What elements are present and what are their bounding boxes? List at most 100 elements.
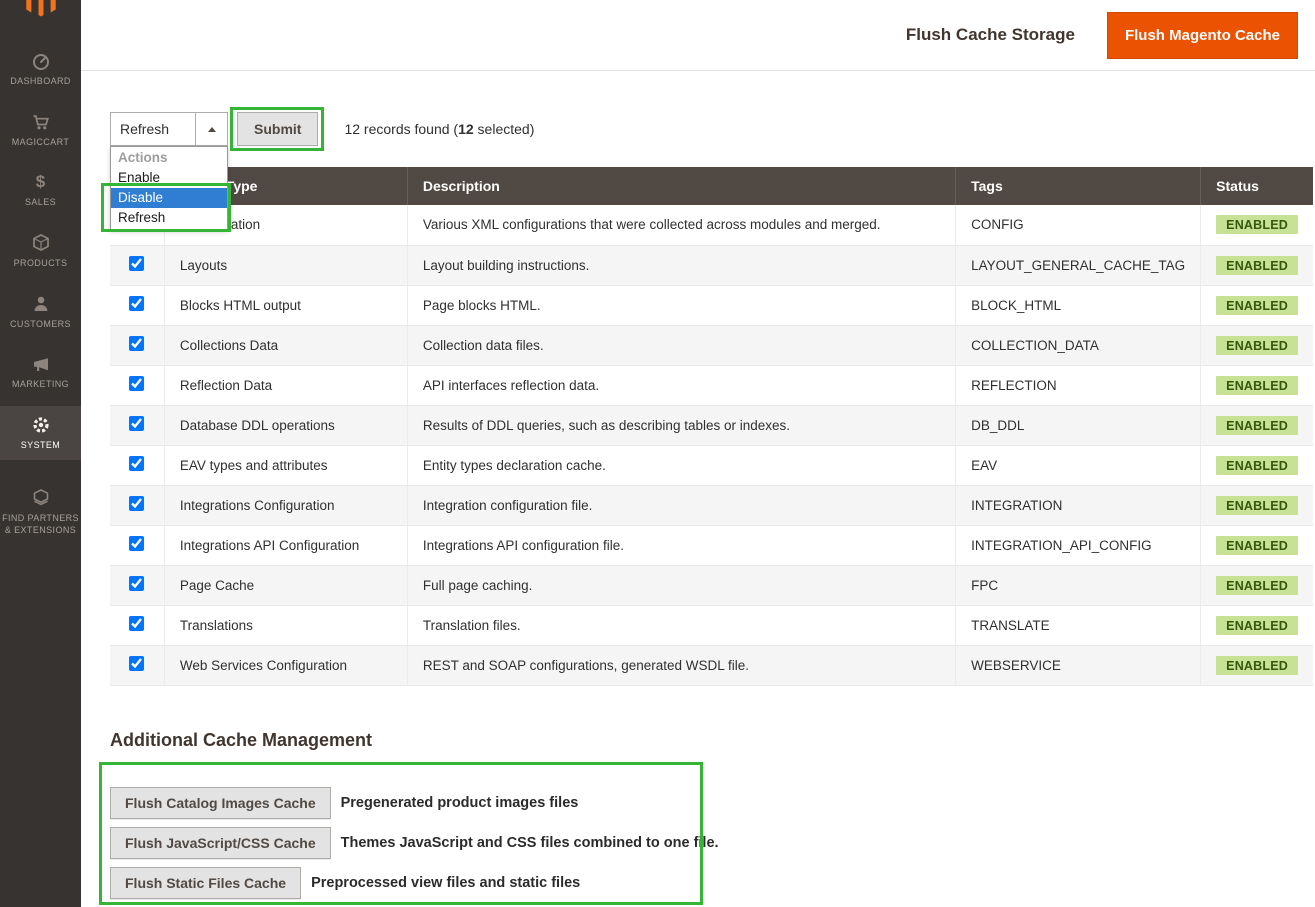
- row-checkbox[interactable]: [129, 456, 144, 471]
- column-header-status: Status: [1201, 167, 1313, 205]
- sidebar-item-magiccart[interactable]: MAGICCART: [0, 103, 81, 157]
- status-cell: ENABLED: [1201, 525, 1313, 565]
- row-checkbox[interactable]: [129, 496, 144, 511]
- mass-action-selected-value: Refresh: [111, 113, 195, 145]
- flush-cache-storage-button[interactable]: Flush Cache Storage: [906, 25, 1075, 45]
- sidebar-item-label: PRODUCTS: [2, 258, 79, 270]
- grid-toolbar: Refresh ActionsEnableDisableRefresh Subm…: [110, 112, 1315, 146]
- status-badge: ENABLED: [1216, 456, 1298, 475]
- records-text: records found (: [360, 121, 458, 137]
- tags-cell: REFLECTION: [956, 365, 1201, 405]
- description-cell: Full page caching.: [407, 565, 955, 605]
- sidebar-item-products[interactable]: PRODUCTS: [0, 224, 81, 278]
- system-icon: [2, 415, 79, 437]
- flush-button-flush-catalog-images-cache[interactable]: Flush Catalog Images Cache: [110, 787, 331, 819]
- description-cell: API interfaces reflection data.: [407, 365, 955, 405]
- description-cell: Integration configuration file.: [407, 485, 955, 525]
- status-badge: ENABLED: [1216, 296, 1298, 315]
- status-badge: ENABLED: [1216, 616, 1298, 635]
- tags-cell: INTEGRATION_API_CONFIG: [956, 525, 1201, 565]
- cache-type-cell: Translations: [164, 605, 407, 645]
- cache-type-cell: EAV types and attributes: [164, 445, 407, 485]
- status-badge: ENABLED: [1216, 536, 1298, 555]
- description-cell: Page blocks HTML.: [407, 285, 955, 325]
- action-dropdown-list: ActionsEnableDisableRefresh: [110, 146, 228, 230]
- tags-cell: BLOCK_HTML: [956, 285, 1201, 325]
- dashboard-icon: [2, 51, 79, 73]
- row-checkbox[interactable]: [129, 416, 144, 431]
- description-cell: Various XML configurations that were col…: [407, 205, 955, 245]
- additional-cache-title: Additional Cache Management: [110, 730, 1315, 751]
- row-checkbox[interactable]: [129, 576, 144, 591]
- flush-magento-cache-button[interactable]: Flush Magento Cache: [1107, 12, 1298, 59]
- cache-grid: Cache TypeDescriptionTagsStatus Configur…: [110, 167, 1313, 686]
- tags-cell: INTEGRATION: [956, 485, 1201, 525]
- dropdown-option-refresh[interactable]: Refresh: [111, 208, 227, 228]
- status-badge: ENABLED: [1216, 256, 1298, 275]
- magento-logo[interactable]: [0, 0, 81, 22]
- table-row: EAV types and attributesEntity types dec…: [110, 445, 1313, 485]
- flush-button-row: Flush Static Files CachePreprocessed vie…: [110, 867, 1315, 899]
- row-checkbox[interactable]: [129, 616, 144, 631]
- description-cell: Integrations API configuration file.: [407, 525, 955, 565]
- dropdown-option-disable[interactable]: Disable: [111, 188, 227, 208]
- sidebar-item-label: CUSTOMERS: [2, 319, 79, 331]
- cache-type-cell: Layouts: [164, 245, 407, 285]
- flush-button-flush-static-files-cache[interactable]: Flush Static Files Cache: [110, 867, 301, 899]
- status-cell: ENABLED: [1201, 285, 1313, 325]
- chevron-up-icon: [208, 127, 216, 132]
- description-cell: Layout building instructions.: [407, 245, 955, 285]
- sidebar-item-label: SYSTEM: [2, 440, 79, 452]
- mass-action-select[interactable]: Refresh ActionsEnableDisableRefresh: [110, 112, 228, 146]
- status-badge: ENABLED: [1216, 656, 1298, 675]
- flush-button-flush-javascript-css-cache[interactable]: Flush JavaScript/CSS Cache: [110, 827, 331, 859]
- table-row: Integrations API ConfigurationIntegratio…: [110, 525, 1313, 565]
- row-checkbox[interactable]: [129, 336, 144, 351]
- sidebar-item-customers[interactable]: CUSTOMERS: [0, 285, 81, 339]
- tags-cell: FPC: [956, 565, 1201, 605]
- row-checkbox[interactable]: [129, 296, 144, 311]
- column-header-tags: Tags: [956, 167, 1201, 205]
- cache-type-cell: Reflection Data: [164, 365, 407, 405]
- row-checkbox[interactable]: [129, 536, 144, 551]
- table-row: Integrations ConfigurationIntegration co…: [110, 485, 1313, 525]
- cache-grid-header-row: Cache TypeDescriptionTagsStatus: [110, 167, 1313, 205]
- sidebar-item-sales[interactable]: $SALES: [0, 163, 81, 217]
- tags-cell: DB_DDL: [956, 405, 1201, 445]
- sidebar-item-find-partners[interactable]: FIND PARTNERS & EXTENSIONS: [0, 479, 81, 544]
- description-cell: REST and SOAP configurations, generated …: [407, 645, 955, 685]
- records-count: 12: [344, 121, 360, 137]
- marketing-icon: [2, 354, 79, 376]
- cache-type-cell: Blocks HTML output: [164, 285, 407, 325]
- row-checkbox[interactable]: [129, 656, 144, 671]
- status-badge: ENABLED: [1216, 376, 1298, 395]
- table-row: Reflection DataAPI interfaces reflection…: [110, 365, 1313, 405]
- flush-button-description: Themes JavaScript and CSS files combined…: [341, 835, 719, 851]
- sidebar-item-marketing[interactable]: MARKETING: [0, 345, 81, 399]
- status-badge: ENABLED: [1216, 496, 1298, 515]
- page-header: Flush Cache Storage Flush Magento Cache: [81, 0, 1315, 71]
- row-checkbox[interactable]: [129, 256, 144, 271]
- sidebar-item-label: FIND PARTNERS & EXTENSIONS: [2, 513, 79, 536]
- main-content: Flush Cache Storage Flush Magento Cache …: [81, 0, 1315, 899]
- description-cell: Translation files.: [407, 605, 955, 645]
- table-row: Page CacheFull page caching.FPCENABLED: [110, 565, 1313, 605]
- cache-grid-body: ConfigurationVarious XML configurations …: [110, 205, 1313, 685]
- status-cell: ENABLED: [1201, 405, 1313, 445]
- row-checkbox[interactable]: [129, 376, 144, 391]
- sidebar-item-label: MAGICCART: [2, 137, 79, 149]
- sidebar-item-system[interactable]: SYSTEM: [0, 406, 81, 460]
- status-cell: ENABLED: [1201, 605, 1313, 645]
- dropdown-option-actions[interactable]: Actions: [111, 148, 227, 168]
- flush-buttons: Flush Catalog Images Cache Pregenerated p…: [110, 787, 1315, 899]
- submit-button[interactable]: Submit: [237, 112, 318, 146]
- table-row: ConfigurationVarious XML configurations …: [110, 205, 1313, 245]
- sidebar-item-dashboard[interactable]: DASHBOARD: [0, 42, 81, 96]
- dropdown-option-enable[interactable]: Enable: [111, 168, 227, 188]
- select-arrow-button[interactable]: [195, 113, 227, 145]
- cache-type-cell: Web Services Configuration: [164, 645, 407, 685]
- tags-cell: COLLECTION_DATA: [956, 325, 1201, 365]
- table-row: Blocks HTML outputPage blocks HTML.BLOCK…: [110, 285, 1313, 325]
- flush-button-description: Pregenerated product images files: [341, 795, 579, 811]
- records-summary: 12 records found (12 selected): [344, 121, 534, 137]
